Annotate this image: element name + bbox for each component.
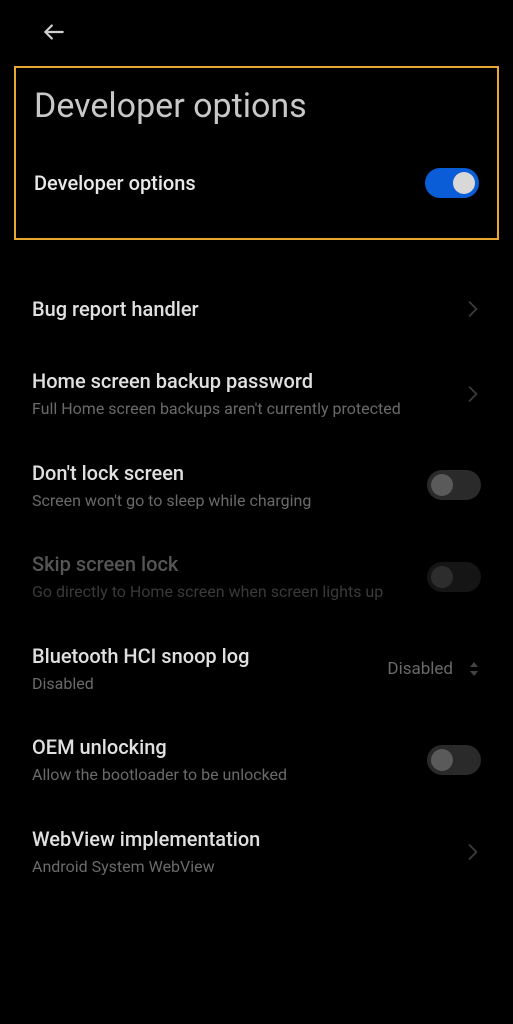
toggle-thumb [431,474,453,496]
oem-unlocking-toggle[interactable] [427,745,481,775]
setting-title: WebView implementation [32,826,449,852]
back-button[interactable] [40,18,68,46]
setting-title: Bug report handler [32,296,449,322]
setting-title: Don't lock screen [32,460,411,486]
highlighted-section: Developer options Developer options [14,66,499,240]
setting-home-screen-backup-password[interactable]: Home screen backup password Full Home sc… [0,348,513,440]
updown-icon [467,660,481,678]
setting-title: OEM unlocking [32,734,411,760]
dropdown-value: Disabled [387,659,453,679]
setting-title: Bluetooth HCI snoop log [32,643,371,669]
chevron-right-icon [465,386,481,402]
setting-title: Skip screen lock [32,551,411,577]
skip-screen-lock-toggle [427,562,481,592]
settings-list: Bug report handler Home screen backup pa… [0,240,513,898]
chevron-right-icon [465,301,481,317]
setting-dont-lock-screen[interactable]: Don't lock screen Screen won't go to sle… [0,440,513,532]
setting-subtitle: Disabled [32,673,371,695]
setting-title: Home screen backup password [32,368,449,394]
back-arrow-icon [41,19,67,45]
setting-subtitle: Allow the bootloader to be unlocked [32,764,411,786]
dont-lock-screen-toggle[interactable] [427,470,481,500]
setting-bug-report-handler[interactable]: Bug report handler [0,270,513,348]
master-toggle-row[interactable]: Developer options [34,168,479,198]
toggle-thumb [431,566,453,588]
toggle-thumb [431,749,453,771]
setting-subtitle: Full Home screen backups aren't currentl… [32,398,449,420]
master-toggle-label: Developer options [34,171,196,195]
setting-skip-screen-lock: Skip screen lock Go directly to Home scr… [0,531,513,623]
setting-subtitle: Android System WebView [32,856,449,878]
page-title: Developer options [34,86,479,126]
setting-bluetooth-hci-snoop-log[interactable]: Bluetooth HCI snoop log Disabled Disable… [0,623,513,715]
setting-oem-unlocking[interactable]: OEM unlocking Allow the bootloader to be… [0,714,513,806]
setting-subtitle: Screen won't go to sleep while charging [32,490,411,512]
setting-webview-implementation[interactable]: WebView implementation Android System We… [0,806,513,898]
setting-subtitle: Go directly to Home screen when screen l… [32,581,411,603]
chevron-right-icon [465,844,481,860]
developer-options-toggle[interactable] [425,168,479,198]
toggle-thumb [453,172,475,194]
